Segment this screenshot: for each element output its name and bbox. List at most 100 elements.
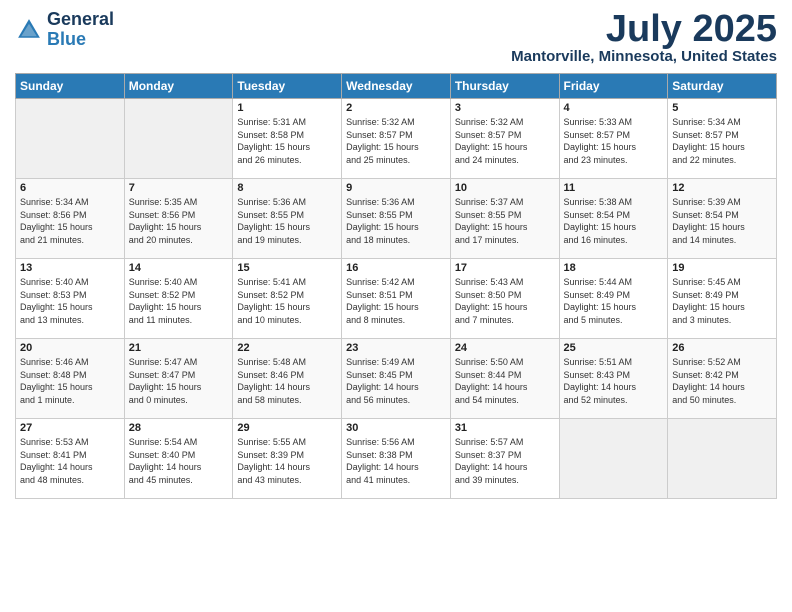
day-number: 22	[237, 342, 337, 354]
day-number: 24	[455, 342, 555, 354]
day-info: Sunrise: 5:46 AM Sunset: 8:48 PM Dayligh…	[20, 356, 120, 406]
calendar-cell: 11 Sunrise: 5:38 AM Sunset: 8:54 PM Dayli…	[559, 179, 668, 259]
calendar-cell: 27 Sunrise: 5:53 AM Sunset: 8:41 PM Dayli…	[16, 419, 125, 499]
calendar-cell: 15 Sunrise: 5:41 AM Sunset: 8:52 PM Dayli…	[233, 259, 342, 339]
calendar-cell: 20 Sunrise: 5:46 AM Sunset: 8:48 PM Dayli…	[16, 339, 125, 419]
day-info: Sunrise: 5:49 AM Sunset: 8:45 PM Dayligh…	[346, 356, 446, 406]
day-info: Sunrise: 5:50 AM Sunset: 8:44 PM Dayligh…	[455, 356, 555, 406]
calendar-cell: 28Sunrise: 5:54 AM Sunset: 8:40 PM Dayli…	[124, 419, 233, 499]
day-info: Sunrise: 5:56 AM Sunset: 8:38 PM Dayligh…	[346, 436, 446, 486]
day-header-sunday: Sunday	[16, 74, 125, 99]
day-number: 10	[455, 182, 555, 194]
week-row-5: 27 Sunrise: 5:53 AM Sunset: 8:41 PM Dayli…	[16, 419, 777, 499]
calendar-cell: 14Sunrise: 5:40 AM Sunset: 8:52 PM Dayli…	[124, 259, 233, 339]
day-number: 16	[346, 262, 446, 274]
calendar-cell	[668, 419, 777, 499]
day-info: Sunrise: 5:38 AM Sunset: 8:54 PM Dayligh…	[564, 196, 664, 246]
day-number: 27	[20, 422, 120, 434]
day-header-thursday: Thursday	[450, 74, 559, 99]
day-number: 8	[237, 182, 337, 194]
day-number: 18	[564, 262, 664, 274]
location: Mantorville, Minnesota, United States	[511, 48, 777, 65]
day-number: 12	[672, 182, 772, 194]
calendar-cell: 25 Sunrise: 5:51 AM Sunset: 8:43 PM Dayli…	[559, 339, 668, 419]
day-number: 5	[672, 102, 772, 114]
calendar-cell: 2 Sunrise: 5:32 AM Sunset: 8:57 PM Daylig…	[342, 99, 451, 179]
month-title: July 2025	[511, 10, 777, 48]
day-info: Sunrise: 5:51 AM Sunset: 8:43 PM Dayligh…	[564, 356, 664, 406]
calendar-cell: 17 Sunrise: 5:43 AM Sunset: 8:50 PM Dayli…	[450, 259, 559, 339]
day-number: 7	[129, 182, 229, 194]
day-info: Sunrise: 5:41 AM Sunset: 8:52 PM Dayligh…	[237, 276, 337, 326]
day-header-wednesday: Wednesday	[342, 74, 451, 99]
day-number: 30	[346, 422, 446, 434]
logo: General Blue	[15, 10, 114, 50]
day-info: Sunrise: 5:55 AM Sunset: 8:39 PM Dayligh…	[237, 436, 337, 486]
day-info: Sunrise: 5:37 AM Sunset: 8:55 PM Dayligh…	[455, 196, 555, 246]
day-info: Sunrise: 5:34 AM Sunset: 8:57 PM Dayligh…	[672, 116, 772, 166]
day-info: Sunrise: 5:36 AM Sunset: 8:55 PM Dayligh…	[237, 196, 337, 246]
day-number: 28	[129, 422, 229, 434]
logo-general: General	[47, 9, 114, 29]
calendar-cell: 16 Sunrise: 5:42 AM Sunset: 8:51 PM Dayli…	[342, 259, 451, 339]
week-row-2: 6Sunrise: 5:34 AM Sunset: 8:56 PM Daylig…	[16, 179, 777, 259]
day-info: Sunrise: 5:47 AM Sunset: 8:47 PM Dayligh…	[129, 356, 229, 406]
day-info: Sunrise: 5:32 AM Sunset: 8:57 PM Dayligh…	[346, 116, 446, 166]
calendar-header-row: SundayMondayTuesdayWednesdayThursdayFrid…	[16, 74, 777, 99]
day-number: 26	[672, 342, 772, 354]
calendar-cell: 8 Sunrise: 5:36 AM Sunset: 8:55 PM Daylig…	[233, 179, 342, 259]
day-header-tuesday: Tuesday	[233, 74, 342, 99]
day-info: Sunrise: 5:57 AM Sunset: 8:37 PM Dayligh…	[455, 436, 555, 486]
day-info: Sunrise: 5:33 AM Sunset: 8:57 PM Dayligh…	[564, 116, 664, 166]
calendar-cell	[16, 99, 125, 179]
calendar-cell: 24 Sunrise: 5:50 AM Sunset: 8:44 PM Dayli…	[450, 339, 559, 419]
day-number: 20	[20, 342, 120, 354]
day-header-friday: Friday	[559, 74, 668, 99]
calendar-cell: 9Sunrise: 5:36 AM Sunset: 8:55 PM Daylig…	[342, 179, 451, 259]
day-number: 11	[564, 182, 664, 194]
calendar-cell: 3Sunrise: 5:32 AM Sunset: 8:57 PM Daylig…	[450, 99, 559, 179]
day-info: Sunrise: 5:43 AM Sunset: 8:50 PM Dayligh…	[455, 276, 555, 326]
logo-text: General Blue	[47, 10, 114, 50]
day-info: Sunrise: 5:48 AM Sunset: 8:46 PM Dayligh…	[237, 356, 337, 406]
calendar-table: SundayMondayTuesdayWednesdayThursdayFrid…	[15, 73, 777, 499]
day-number: 19	[672, 262, 772, 274]
calendar-cell: 6Sunrise: 5:34 AM Sunset: 8:56 PM Daylig…	[16, 179, 125, 259]
week-row-3: 13Sunrise: 5:40 AM Sunset: 8:53 PM Dayli…	[16, 259, 777, 339]
week-row-4: 20 Sunrise: 5:46 AM Sunset: 8:48 PM Dayli…	[16, 339, 777, 419]
calendar-cell: 1Sunrise: 5:31 AM Sunset: 8:58 PM Daylig…	[233, 99, 342, 179]
day-info: Sunrise: 5:52 AM Sunset: 8:42 PM Dayligh…	[672, 356, 772, 406]
day-number: 25	[564, 342, 664, 354]
day-number: 1	[237, 102, 337, 114]
logo-blue: Blue	[47, 29, 86, 49]
day-number: 23	[346, 342, 446, 354]
calendar-cell	[559, 419, 668, 499]
calendar-cell	[124, 99, 233, 179]
calendar-cell: 10 Sunrise: 5:37 AM Sunset: 8:55 PM Dayli…	[450, 179, 559, 259]
day-number: 17	[455, 262, 555, 274]
day-number: 15	[237, 262, 337, 274]
logo-icon	[15, 16, 43, 44]
day-info: Sunrise: 5:42 AM Sunset: 8:51 PM Dayligh…	[346, 276, 446, 326]
day-info: Sunrise: 5:53 AM Sunset: 8:41 PM Dayligh…	[20, 436, 120, 486]
week-row-1: 1Sunrise: 5:31 AM Sunset: 8:58 PM Daylig…	[16, 99, 777, 179]
title-block: July 2025 Mantorville, Minnesota, United…	[511, 10, 777, 65]
day-number: 2	[346, 102, 446, 114]
calendar-cell: 7 Sunrise: 5:35 AM Sunset: 8:56 PM Daylig…	[124, 179, 233, 259]
page-header: General Blue July 2025 Mantorville, Minn…	[15, 10, 777, 65]
day-number: 21	[129, 342, 229, 354]
day-header-saturday: Saturday	[668, 74, 777, 99]
day-number: 9	[346, 182, 446, 194]
day-info: Sunrise: 5:34 AM Sunset: 8:56 PM Dayligh…	[20, 196, 120, 246]
day-info: Sunrise: 5:40 AM Sunset: 8:53 PM Dayligh…	[20, 276, 120, 326]
day-info: Sunrise: 5:39 AM Sunset: 8:54 PM Dayligh…	[672, 196, 772, 246]
calendar-cell: 31Sunrise: 5:57 AM Sunset: 8:37 PM Dayli…	[450, 419, 559, 499]
day-info: Sunrise: 5:35 AM Sunset: 8:56 PM Dayligh…	[129, 196, 229, 246]
day-info: Sunrise: 5:44 AM Sunset: 8:49 PM Dayligh…	[564, 276, 664, 326]
day-header-monday: Monday	[124, 74, 233, 99]
day-number: 14	[129, 262, 229, 274]
calendar-cell: 12 Sunrise: 5:39 AM Sunset: 8:54 PM Dayli…	[668, 179, 777, 259]
calendar-cell: 19Sunrise: 5:45 AM Sunset: 8:49 PM Dayli…	[668, 259, 777, 339]
calendar-cell: 22 Sunrise: 5:48 AM Sunset: 8:46 PM Dayli…	[233, 339, 342, 419]
calendar-cell: 13Sunrise: 5:40 AM Sunset: 8:53 PM Dayli…	[16, 259, 125, 339]
